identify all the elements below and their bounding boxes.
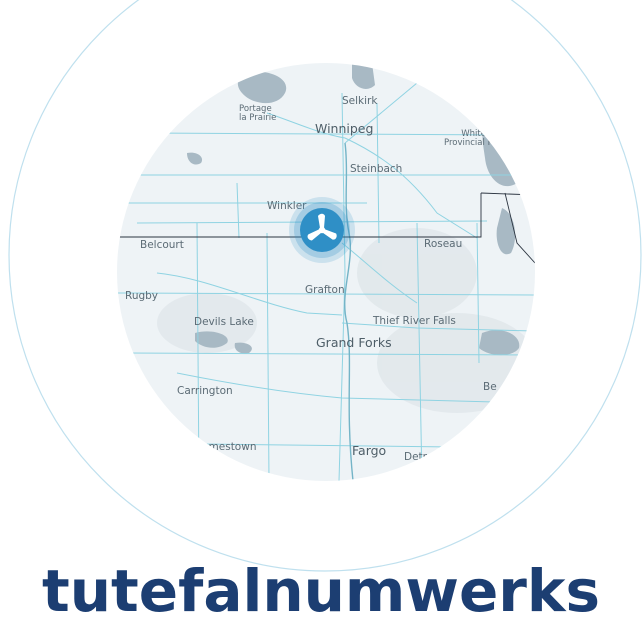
label-selkirk: Selkirk: [342, 95, 378, 107]
label-fargo: Fargo: [352, 443, 387, 458]
label-be: Be: [483, 381, 497, 393]
label-whiteshell-provincial-park: Whiteshe Provincial Par: [444, 129, 502, 149]
label-devils-lake: Devils Lake: [194, 316, 254, 328]
label-thief-river-falls: Thief River Falls: [373, 315, 456, 327]
label-grand-forks: Grand Forks: [316, 335, 392, 350]
label-rugby: Rugby: [125, 290, 159, 302]
label-detroit: Detr: [404, 451, 427, 463]
wind-turbine-icon[interactable]: [289, 197, 355, 263]
label-portage-la-prairie: Portage la Prairie: [239, 104, 277, 124]
label-steinbach: Steinbach: [350, 163, 403, 175]
label-winnipeg: Winnipeg: [315, 121, 374, 136]
headline: tutefalnumwerks: [42, 557, 600, 625]
label-belcourt: Belcourt: [140, 239, 184, 251]
label-roseau: Roseau: [424, 238, 463, 250]
label-grafton: Grafton: [305, 284, 345, 296]
label-jamestown: Jamestown: [199, 441, 257, 453]
label-carrington: Carrington: [177, 385, 233, 397]
rivers: [344, 142, 354, 481]
map-viewport[interactable]: Portage la Prairie Selkirk Winnipeg Whit…: [117, 63, 535, 481]
